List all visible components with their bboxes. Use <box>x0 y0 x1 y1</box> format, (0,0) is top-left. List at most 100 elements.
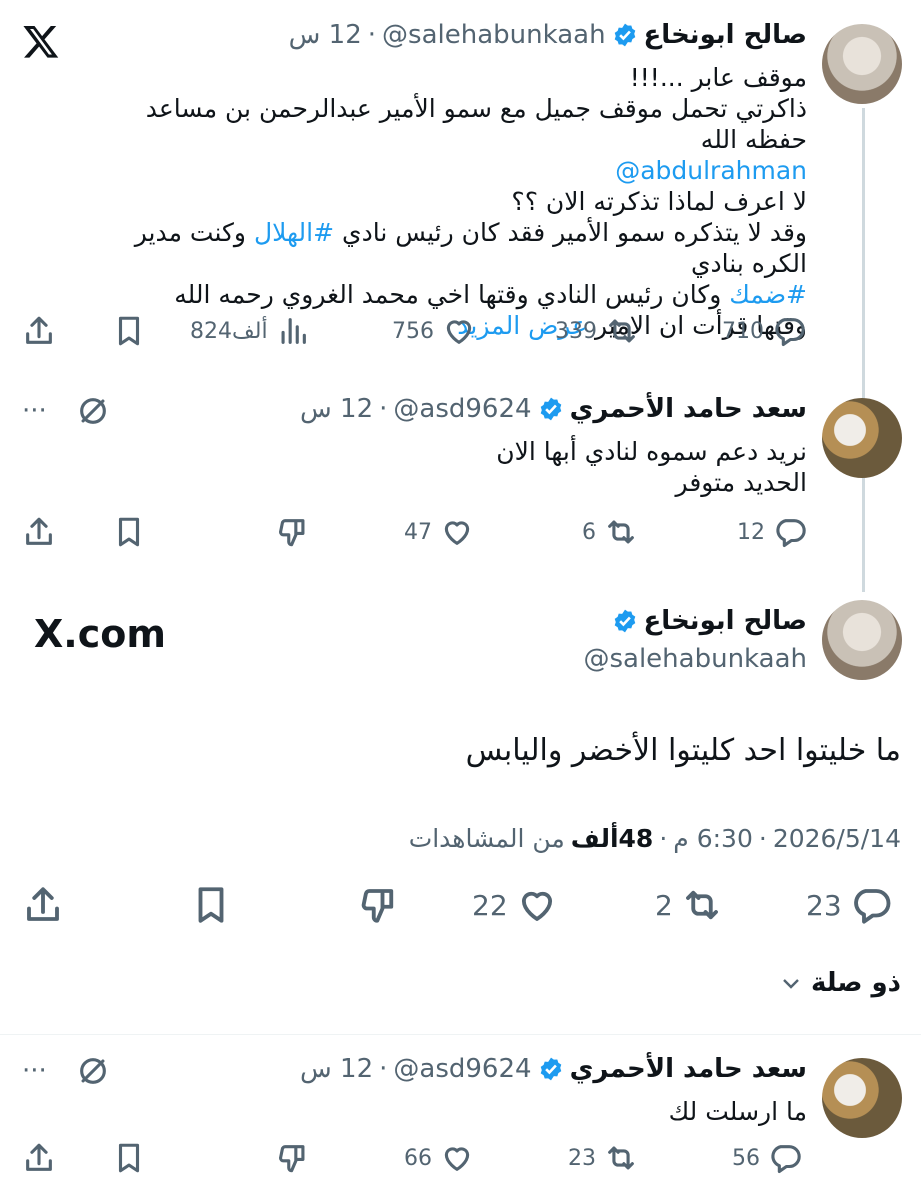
chevron-down-icon <box>783 979 799 989</box>
tweet-header: سعد حامد الأحمري @asd9624 · 12 س <box>300 1054 807 1084</box>
reply-count: 710 <box>722 318 764 344</box>
separator: · <box>367 20 377 50</box>
verified-icon <box>614 609 635 633</box>
author-name[interactable]: صالح ابونخاع <box>644 606 807 636</box>
repost-button[interactable]: 2 <box>655 884 723 926</box>
avatar[interactable] <box>822 398 902 478</box>
dislike-button[interactable] <box>276 1141 310 1175</box>
bookmark-button[interactable] <box>112 1141 146 1175</box>
bookmark-icon <box>118 1143 140 1173</box>
related-toggle[interactable]: ذو صلة <box>779 968 901 998</box>
bookmark-button[interactable] <box>190 884 232 926</box>
dislike-button[interactable] <box>276 515 310 549</box>
like-count: 66 <box>404 1145 432 1171</box>
timestamp[interactable]: 12 س <box>289 20 362 50</box>
share-button[interactable] <box>22 314 56 348</box>
share-icon <box>26 517 52 545</box>
share-icon <box>26 316 52 344</box>
repost-count: 2 <box>655 888 673 922</box>
thumbs-down-icon <box>278 519 305 547</box>
more-options-icon[interactable]: ··· <box>22 1056 47 1086</box>
verified-icon <box>614 23 635 47</box>
repost-icon <box>685 890 718 920</box>
tweet-body: موقف عابر ...!!! ذاكرتي تحمل موقف جميل م… <box>107 62 807 341</box>
bookmark-button[interactable] <box>112 314 146 348</box>
like-count: 47 <box>404 519 432 545</box>
analytics-icon <box>281 318 306 344</box>
views-count: 48ألف <box>570 824 654 853</box>
author-handle[interactable]: @salehabunkaah <box>583 644 807 674</box>
reply-count: 12 <box>737 519 765 545</box>
tweet-line: موقف عابر ...!!! <box>629 63 807 92</box>
thumbs-down-icon <box>278 1145 305 1173</box>
share-button[interactable] <box>22 884 64 926</box>
reply-icon <box>775 318 805 347</box>
share-button[interactable] <box>22 515 56 549</box>
x-logo[interactable] <box>22 22 60 60</box>
repost-count: 23 <box>568 1145 596 1171</box>
share-icon <box>27 887 59 921</box>
heart-icon <box>446 320 472 344</box>
bookmark-icon <box>118 517 140 547</box>
repost-button[interactable]: 23 <box>568 1141 638 1175</box>
verified-icon <box>540 397 561 421</box>
grok-icon[interactable] <box>76 1054 110 1092</box>
heart-icon <box>444 1147 470 1171</box>
repost-icon <box>608 520 634 544</box>
like-button[interactable]: 47 <box>404 515 474 549</box>
tweet-meta: 2026/5/14 · 6:30 م · 48ألف من المشاهدات <box>408 824 901 853</box>
tweet-line: ذاكرتي تحمل موقف جميل مع سمو الأمير عبدا… <box>145 94 807 154</box>
share-icon <box>26 1143 52 1171</box>
repost-count: 339 <box>555 318 597 344</box>
tweet-body: ما ارسلت لك <box>668 1097 807 1126</box>
timestamp[interactable]: 12 س <box>300 1054 373 1084</box>
repost-button[interactable]: 339 <box>555 314 639 348</box>
author-name[interactable]: سعد حامد الأحمري <box>570 1054 807 1084</box>
main-author-name-row: صالح ابونخاع <box>606 606 807 636</box>
tweet-time[interactable]: 6:30 م <box>673 824 753 853</box>
dislike-button[interactable] <box>358 884 400 926</box>
hashtag-link[interactable]: #ضمك <box>729 280 807 309</box>
like-button[interactable]: 756 <box>392 314 476 348</box>
grok-icon[interactable] <box>76 394 110 432</box>
timestamp[interactable]: 12 س <box>300 394 373 424</box>
repost-button[interactable]: 6 <box>582 515 638 549</box>
reply-button[interactable]: 710 <box>722 314 806 348</box>
bookmark-button[interactable] <box>112 515 146 549</box>
author-handle[interactable]: @asd9624 <box>393 394 531 424</box>
author-handle[interactable]: @salehabunkaah <box>382 20 606 50</box>
author-name[interactable]: صالح ابونخاع <box>644 20 807 50</box>
views-button[interactable]: 824ألف <box>190 314 310 348</box>
avatar[interactable] <box>822 600 902 680</box>
hashtag-link[interactable]: #الهلال <box>254 218 334 247</box>
x-com-brand: X.com <box>34 612 166 656</box>
tweet-line: لا اعرف لماذا تذكرته الان ؟؟ <box>511 187 807 216</box>
author-handle[interactable]: @asd9624 <box>393 1054 531 1084</box>
reply-button[interactable]: 56 <box>732 1141 802 1175</box>
mention-link[interactable]: @abdulrahman <box>107 155 807 186</box>
like-button[interactable]: 22 <box>472 884 558 926</box>
reply-button[interactable]: 12 <box>737 515 807 549</box>
reply-icon <box>853 889 891 924</box>
avatar[interactable] <box>822 24 902 104</box>
heart-icon <box>521 891 552 921</box>
views-count: 824ألف <box>190 318 268 344</box>
like-button[interactable]: 66 <box>404 1141 474 1175</box>
like-count: 756 <box>392 318 434 344</box>
avatar[interactable] <box>822 1058 902 1138</box>
reply-count: 56 <box>732 1145 760 1171</box>
tweet-body: نريد دعم سموه لنادي أبها الان الحديد متو… <box>107 436 807 498</box>
repost-icon <box>609 319 635 343</box>
share-button[interactable] <box>22 1141 56 1175</box>
related-label: ذو صلة <box>810 968 901 998</box>
author-name[interactable]: سعد حامد الأحمري <box>570 394 807 424</box>
bookmark-icon <box>118 316 140 346</box>
repost-icon <box>608 1146 634 1170</box>
divider <box>0 1034 921 1035</box>
reply-count: 23 <box>806 888 842 922</box>
tweet-date[interactable]: 2026/5/14 <box>773 824 901 853</box>
tweet-header: صالح ابونخاع @salehabunkaah · 12 س <box>289 20 807 50</box>
separator: · <box>379 394 388 424</box>
reply-button[interactable]: 23 <box>806 884 892 926</box>
more-options-icon[interactable]: ··· <box>22 396 47 426</box>
